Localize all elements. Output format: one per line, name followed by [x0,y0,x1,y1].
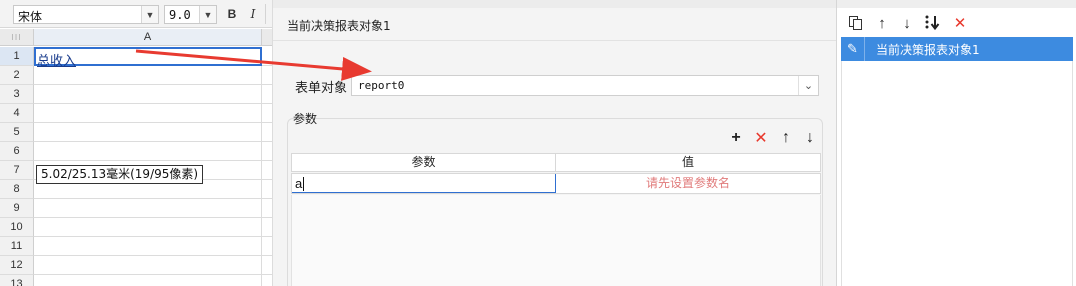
object-list [841,37,1073,286]
sheet-cell[interactable] [34,123,262,142]
column-header-a[interactable]: A [34,29,262,46]
arrow-down-icon[interactable]: ↓ [898,14,916,32]
panel-toolbar: ↑ ↓ ✕ [837,10,1076,36]
move-down-button[interactable]: ↓ [801,129,819,147]
row-header[interactable]: 9 [0,199,34,218]
sheet-cell[interactable] [34,237,262,256]
row-header[interactable]: 5 [0,123,34,142]
sheet-cell-filler [262,275,272,286]
form-object-label: 表单对象 [295,81,348,96]
column-header-value: 值 [681,155,694,169]
params-table-body [291,195,821,286]
param-name-input[interactable]: a [292,174,556,193]
sheet-cell-filler [262,180,272,199]
row-header[interactable]: 2 [0,66,34,85]
sheet-cell-filler [262,199,272,218]
font-family-value: 宋体 [18,10,43,24]
spreadsheet-area: 宋体 ▼ 9.0 ▼ B I ⁝⁝⁝ A 1 总收入 2 3 4 5 6 7 8 9 10 11 12 1… [0,0,272,286]
sheet-cell[interactable] [34,275,262,286]
sheet-cell-filler [262,161,272,180]
row-header[interactable]: 11 [0,237,34,256]
select-all-corner[interactable]: ⁝⁝⁝ [0,29,34,46]
sheet-cell-filler [262,218,272,237]
font-size-value: 9.0 [169,8,191,22]
designer-window: 宋体 ▼ 9.0 ▼ B I ⁝⁝⁝ A 1 总收入 2 3 4 5 6 7 8 9 10 11 12 1… [0,0,1076,286]
object-list-panel: ↑ ↓ ✕ ✎ 当前决策报表对象1 [836,0,1076,286]
row-header[interactable]: 10 [0,218,34,237]
chevron-down-icon[interactable]: ▼ [141,6,158,23]
parameter-dialog: 当前决策报表对象1 表单对象 report0 ⌄ 参数 + ✕ ↑ ↓ 参数 值… [272,0,837,286]
text-caret [303,177,304,191]
row-header[interactable]: 8 [0,180,34,199]
row-header[interactable]: 7 [0,161,34,180]
pencil-icon: ✎ [841,37,865,61]
move-up-button[interactable]: ↑ [777,129,795,147]
sheet-cell-filler [262,66,272,85]
form-object-select[interactable]: report0 ⌄ [351,75,819,96]
format-toolbar: 宋体 ▼ 9.0 ▼ B I [0,0,272,28]
sheet-cell[interactable] [34,256,262,275]
sheet-cell-filler [262,256,272,275]
chevron-down-icon[interactable]: ⌄ [798,76,818,95]
row-header[interactable]: 12 [0,256,34,275]
delete-param-button[interactable]: ✕ [752,129,770,147]
dialog-title: 当前决策报表对象1 [287,19,391,33]
sheet-cell[interactable] [34,66,262,85]
sheet-cell[interactable] [34,199,262,218]
cell-a1[interactable]: 总收入 [34,47,262,69]
param-value-cell[interactable]: 请先设置参数名 [556,174,820,193]
sheet-cell-filler [262,47,272,66]
row-header[interactable]: 13 [0,275,34,286]
sheet-cell-filler [262,237,272,256]
row-header[interactable]: 6 [0,142,34,161]
sheet-cell[interactable] [34,85,262,104]
divider [273,40,837,41]
sheet-cell[interactable] [34,104,262,123]
arrow-up-icon[interactable]: ↑ [873,14,891,32]
row-header[interactable]: 3 [0,85,34,104]
row-header[interactable]: 4 [0,104,34,123]
bold-button[interactable]: B [224,6,240,22]
form-object-value: report0 [358,79,405,92]
toolbar-divider [265,4,266,24]
list-item-label: 当前决策报表对象1 [876,43,980,57]
font-size-select[interactable]: 9.0 ▼ [164,5,217,24]
sheet-cell-filler [262,123,272,142]
param-name-value: a [295,176,303,191]
sheet-cell-filler [262,104,272,123]
dialog-toolbar-strip [273,0,837,8]
column-header-param: 参数 [292,154,556,171]
size-tooltip: 5.02/25.13毫米(19/95像素) [36,165,204,184]
sheet-cell[interactable] [34,142,262,161]
sheet-cell-filler [262,142,272,161]
sort-down-icon[interactable] [923,14,941,32]
table-row[interactable]: a 请先设置参数名 [291,173,821,194]
font-family-select[interactable]: 宋体 ▼ [13,5,159,24]
italic-button[interactable]: I [245,6,261,22]
delete-icon[interactable]: ✕ [951,14,969,32]
chevron-down-icon[interactable]: ▼ [199,6,216,23]
panel-top-strip [837,0,1076,8]
row-header[interactable]: 1 [0,47,34,66]
params-section-label: 参数 [293,112,318,126]
add-param-button[interactable]: + [727,129,745,147]
list-item[interactable]: ✎ 当前决策报表对象1 [841,37,1073,61]
sheet-cell[interactable] [34,218,262,237]
column-header-filler [262,29,272,46]
copy-icon[interactable] [847,14,865,32]
sheet-cell-filler [262,85,272,104]
params-table-header: 参数 值 [291,153,821,172]
